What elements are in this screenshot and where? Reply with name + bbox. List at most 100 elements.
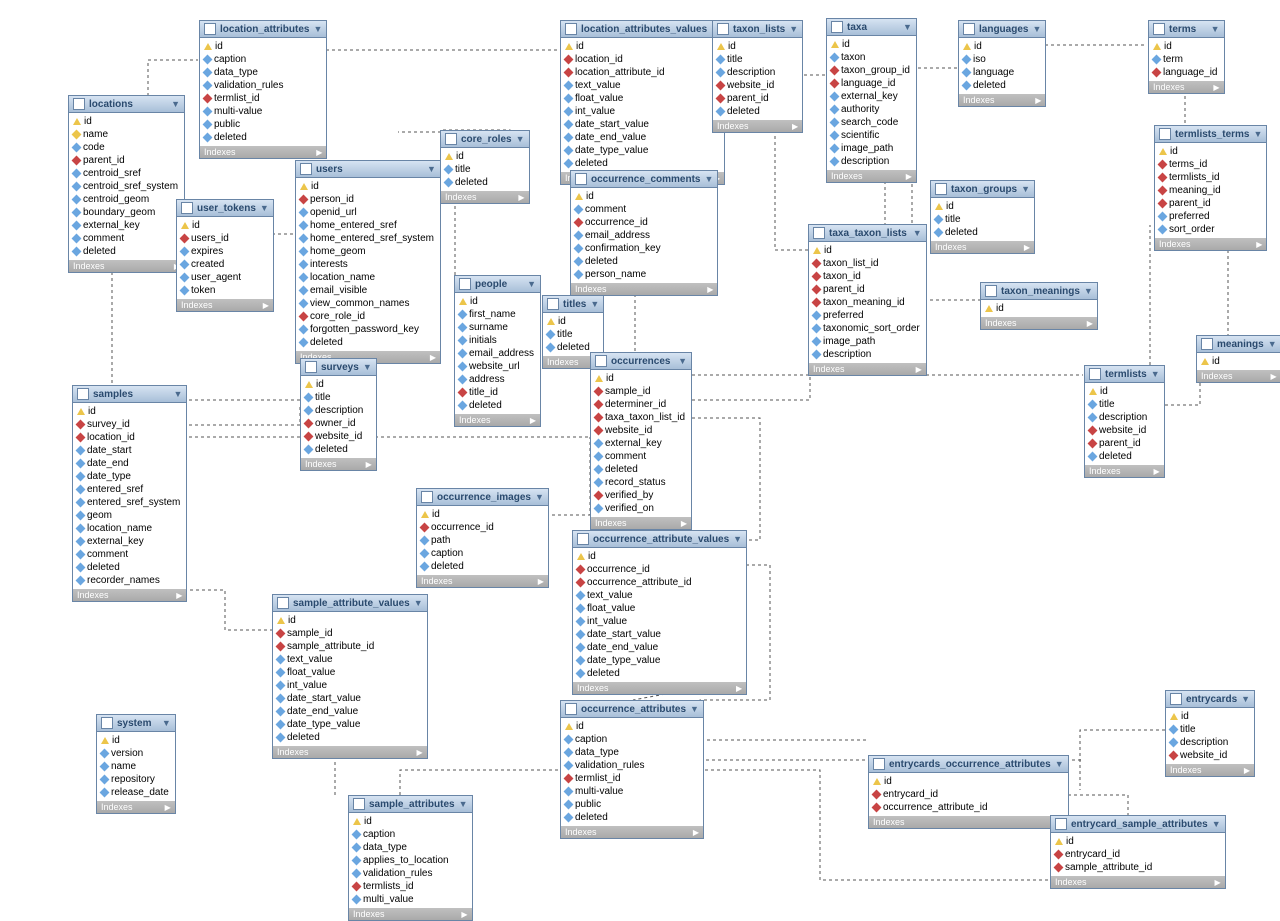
table-header[interactable]: sample_attribute_values▼: [273, 595, 427, 612]
column-recorder_names[interactable]: recorder_names: [75, 574, 182, 587]
table-header[interactable]: occurrence_comments▼: [571, 171, 717, 188]
column-multi-value[interactable]: multi-value: [202, 105, 322, 118]
column-id[interactable]: id: [871, 775, 1064, 788]
column-id[interactable]: id: [563, 720, 699, 733]
table-sample_attribute_values[interactable]: sample_attribute_values▼idsample_idsampl…: [272, 594, 428, 759]
column-name[interactable]: name: [99, 760, 171, 773]
table-header[interactable]: entrycards_occurrence_attributes▼: [869, 756, 1068, 773]
column-float_value[interactable]: float_value: [275, 666, 423, 679]
column-iso[interactable]: iso: [961, 53, 1041, 66]
column-search_code[interactable]: search_code: [829, 116, 912, 129]
table-taxa_taxon_lists[interactable]: taxa_taxon_lists▼idtaxon_list_idtaxon_id…: [808, 224, 927, 376]
table-header[interactable]: people▼: [455, 276, 540, 293]
indexes-footer[interactable]: Indexes▶: [455, 414, 540, 426]
column-data_type[interactable]: data_type: [563, 746, 699, 759]
table-samples[interactable]: samples▼idsurvey_idlocation_iddate_start…: [72, 385, 187, 602]
indexes-footer[interactable]: Indexes▶: [931, 241, 1034, 253]
column-description[interactable]: description: [829, 155, 912, 168]
column-taxon_group_id[interactable]: taxon_group_id: [829, 64, 912, 77]
table-header[interactable]: core_roles▼: [441, 131, 529, 148]
collapse-icon[interactable]: ▼: [1241, 694, 1250, 704]
column-termlist_id[interactable]: termlist_id: [202, 92, 322, 105]
column-deleted[interactable]: deleted: [298, 336, 436, 349]
collapse-icon[interactable]: ▼: [171, 99, 180, 109]
column-deleted[interactable]: deleted: [75, 561, 182, 574]
column-termlists_id[interactable]: termlists_id: [351, 880, 468, 893]
column-id[interactable]: id: [933, 200, 1030, 213]
column-occurrence_attribute_id[interactable]: occurrence_attribute_id: [575, 576, 742, 589]
column-sample_attribute_id[interactable]: sample_attribute_id: [275, 640, 423, 653]
column-location_id[interactable]: location_id: [75, 431, 182, 444]
column-view_common_names[interactable]: view_common_names: [298, 297, 436, 310]
column-applies_to_location[interactable]: applies_to_location: [351, 854, 468, 867]
table-header[interactable]: termlists_terms▼: [1155, 126, 1266, 143]
collapse-icon[interactable]: ▼: [260, 203, 269, 213]
table-core_roles[interactable]: core_roles▼idtitledeletedIndexes▶: [440, 130, 530, 204]
column-id[interactable]: id: [961, 40, 1041, 53]
column-interests[interactable]: interests: [298, 258, 436, 271]
column-website_url[interactable]: website_url: [457, 360, 536, 373]
collapse-icon[interactable]: ▼: [1055, 759, 1064, 769]
table-header[interactable]: taxon_groups▼: [931, 181, 1034, 198]
column-home_entered_sref[interactable]: home_entered_sref: [298, 219, 436, 232]
column-external_key[interactable]: external_key: [593, 437, 687, 450]
column-caption[interactable]: caption: [351, 828, 468, 841]
table-occurrence_images[interactable]: occurrence_images▼idoccurrence_idpathcap…: [416, 488, 549, 588]
column-id[interactable]: id: [563, 40, 720, 53]
indexes-footer[interactable]: Indexes▶: [571, 283, 717, 295]
column-id[interactable]: id: [99, 734, 171, 747]
column-deleted[interactable]: deleted: [573, 255, 713, 268]
indexes-footer[interactable]: Indexes▶: [200, 146, 326, 158]
column-taxonomic_sort_order[interactable]: taxonomic_sort_order: [811, 322, 922, 335]
column-openid_url[interactable]: openid_url: [298, 206, 436, 219]
column-text_value[interactable]: text_value: [275, 653, 423, 666]
column-external_key[interactable]: external_key: [71, 219, 180, 232]
column-title[interactable]: title: [443, 163, 525, 176]
column-website_id[interactable]: website_id: [715, 79, 798, 92]
table-terms[interactable]: terms▼idtermlanguage_idIndexes▶: [1148, 20, 1225, 94]
indexes-footer[interactable]: Indexes▶: [869, 816, 1068, 828]
table-header[interactable]: titles▼: [543, 296, 603, 313]
indexes-footer[interactable]: Indexes▶: [809, 363, 926, 375]
column-user_agent[interactable]: user_agent: [179, 271, 269, 284]
column-title_id[interactable]: title_id: [457, 386, 536, 399]
column-public[interactable]: public: [202, 118, 322, 131]
column-forgotten_password_key[interactable]: forgotten_password_key: [298, 323, 436, 336]
table-header[interactable]: user_tokens▼: [177, 200, 273, 217]
column-email_address[interactable]: email_address: [457, 347, 536, 360]
column-image_path[interactable]: image_path: [811, 335, 922, 348]
collapse-icon[interactable]: ▼: [363, 362, 372, 372]
column-taxon_list_id[interactable]: taxon_list_id: [811, 257, 922, 270]
column-parent_id[interactable]: parent_id: [715, 92, 798, 105]
column-date_start_value[interactable]: date_start_value: [563, 118, 720, 131]
collapse-icon[interactable]: ▼: [1253, 129, 1262, 139]
column-verified_by[interactable]: verified_by: [593, 489, 687, 502]
column-verified_on[interactable]: verified_on: [593, 502, 687, 515]
table-header[interactable]: languages▼: [959, 21, 1045, 38]
indexes-footer[interactable]: Indexes▶: [827, 170, 916, 182]
column-taxon_meaning_id[interactable]: taxon_meaning_id: [811, 296, 922, 309]
indexes-footer[interactable]: Indexes▶: [1155, 238, 1266, 250]
column-language[interactable]: language: [961, 66, 1041, 79]
column-geom[interactable]: geom: [75, 509, 182, 522]
column-occurrence_attribute_id[interactable]: occurrence_attribute_id: [871, 801, 1064, 814]
indexes-footer[interactable]: Indexes▶: [69, 260, 184, 272]
collapse-icon[interactable]: ▼: [1021, 184, 1030, 194]
column-boundary_geom[interactable]: boundary_geom: [71, 206, 180, 219]
column-meaning_id[interactable]: meaning_id: [1157, 184, 1262, 197]
column-determiner_id[interactable]: determiner_id: [593, 398, 687, 411]
table-header[interactable]: termlists▼: [1085, 366, 1164, 383]
column-id[interactable]: id: [1087, 385, 1160, 398]
collapse-icon[interactable]: ▼: [414, 598, 423, 608]
column-id[interactable]: id: [457, 295, 536, 308]
column-id[interactable]: id: [715, 40, 798, 53]
column-id[interactable]: id: [443, 150, 525, 163]
table-sample_attributes[interactable]: sample_attributes▼idcaptiondata_typeappl…: [348, 795, 473, 921]
column-id[interactable]: id: [1199, 355, 1277, 368]
table-header[interactable]: location_attributes▼: [200, 21, 326, 38]
table-occurrence_attributes[interactable]: occurrence_attributes▼idcaptiondata_type…: [560, 700, 704, 839]
column-id[interactable]: id: [811, 244, 922, 257]
column-title[interactable]: title: [715, 53, 798, 66]
collapse-icon[interactable]: ▼: [162, 718, 171, 728]
table-header[interactable]: surveys▼: [301, 359, 376, 376]
